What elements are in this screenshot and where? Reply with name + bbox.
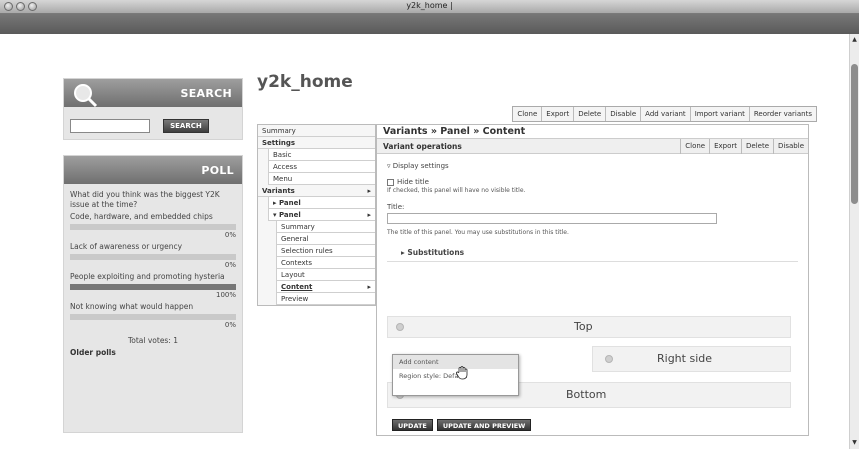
vtab-preview[interactable]: Preview [276, 293, 375, 305]
vtab-panel-summary[interactable]: Summary [276, 221, 375, 233]
vtab-panel-label: ▾ Panel [273, 211, 301, 219]
vtab-settings[interactable]: Settings [258, 137, 375, 149]
poll-block-header: POLL [64, 156, 242, 184]
hide-title-label: Hide title [397, 178, 429, 186]
variant-clone-button[interactable]: Clone [680, 139, 709, 154]
region-right-side-label: Right side [657, 352, 712, 365]
variant-operations-bar: Variant operations Clone Export Delete D… [377, 139, 808, 154]
title-help: The title of this panel. You may use sub… [387, 229, 569, 236]
variant-disable-button[interactable]: Disable [773, 139, 808, 154]
hide-title-row: Hide title [387, 178, 798, 186]
search-block-header: SEARCH [64, 79, 242, 108]
region-top-label: Top [574, 320, 593, 333]
magnifier-icon [74, 84, 98, 108]
clone-button[interactable]: Clone [513, 107, 541, 121]
window-title: y2k_home | [406, 1, 453, 10]
display-settings-form: ▿ Display settings Hide title If checked… [377, 154, 808, 266]
disable-button[interactable]: Disable [605, 107, 640, 121]
region-bottom-label: Bottom [566, 388, 607, 401]
variant-export-button[interactable]: Export [709, 139, 741, 154]
vtab-contexts[interactable]: Contexts [276, 257, 375, 269]
search-heading: SEARCH [180, 87, 232, 100]
poll-block: POLL What did you think was the biggest … [63, 155, 243, 433]
form-actions: UPDATE UPDATE AND PREVIEW [392, 419, 532, 431]
search-input[interactable] [70, 118, 150, 133]
title-input[interactable] [387, 213, 717, 224]
scroll-down-arrow-icon[interactable]: ▼ [851, 439, 858, 447]
browser-toolbar [0, 14, 859, 34]
search-block: SEARCH SEARCH [63, 78, 243, 140]
vtab-summary[interactable]: Summary [258, 125, 375, 137]
poll-choice-label: Not knowing what would happen [70, 302, 194, 311]
update-button[interactable]: UPDATE [392, 419, 433, 431]
poll-choice-label: Lack of awareness or urgency [70, 242, 183, 251]
poll-heading: POLL [201, 164, 234, 177]
reorder-variants-button[interactable]: Reorder variants [748, 107, 816, 121]
add-variant-button[interactable]: Add variant [640, 107, 690, 121]
vtab-general[interactable]: General [276, 233, 375, 245]
display-settings-toggle[interactable]: ▿ Display settings [387, 162, 798, 170]
vtab-variants-label: Variants [262, 187, 295, 195]
title-label: Title: [387, 203, 405, 211]
chevron-right-icon: ▸ [367, 283, 371, 291]
poll-result-percent: 0% [224, 231, 236, 239]
hide-title-checkbox[interactable] [387, 178, 394, 186]
scrollbar-thumb[interactable] [851, 64, 858, 204]
older-polls-link[interactable]: Older polls [70, 348, 236, 358]
search-form: SEARCH [70, 115, 209, 134]
region-top[interactable]: Top [387, 316, 791, 338]
poll-total-votes: Total votes: 1 [127, 336, 179, 345]
vtab-content[interactable]: Content ▸ [276, 281, 375, 293]
variant-delete-button[interactable]: Delete [741, 139, 773, 154]
hide-title-help: If checked, this panel will have no visi… [387, 187, 526, 194]
hand-cursor-icon [456, 366, 468, 380]
vtab-selection-rules[interactable]: Selection rules [276, 245, 375, 257]
window-titlebar: y2k_home | [0, 0, 859, 14]
poll-choice-label: People exploiting and promoting hysteria [70, 272, 225, 281]
variant-operations-label: Variant operations [383, 142, 462, 151]
export-button[interactable]: Export [541, 107, 573, 121]
region-right-side[interactable]: Right side [592, 346, 791, 372]
vtab-access[interactable]: Access [268, 161, 375, 173]
vtab-panel-expanded[interactable]: ▾ Panel ▸ [268, 209, 375, 221]
region-gear-icon[interactable] [605, 355, 613, 363]
vtab-basic[interactable]: Basic [268, 149, 375, 161]
breadcrumb: Variants » Panel » Content [377, 125, 808, 139]
panel-operations-bar: Clone Export Delete Disable Add variant … [512, 106, 817, 122]
substitutions-divider [387, 261, 798, 262]
substitutions-toggle[interactable]: ▸ Substitutions [401, 248, 798, 257]
update-and-preview-button[interactable]: UPDATE AND PREVIEW [436, 419, 532, 431]
page-title: y2k_home [257, 72, 353, 92]
import-variant-button[interactable]: Import variant [689, 107, 749, 121]
poll-result-percent: 0% [224, 321, 236, 329]
vtab-menu[interactable]: Menu [268, 173, 375, 185]
poll-choice-label: Code, hardware, and embedded chips [70, 212, 213, 221]
chevron-right-icon: ▸ [367, 187, 371, 195]
search-button[interactable]: SEARCH [163, 118, 209, 133]
vtab-content-label: Content [281, 283, 313, 291]
poll-result-percent: 0% [224, 261, 236, 269]
vertical-tabs: Summary Settings Basic Access Menu Varia… [257, 124, 376, 306]
chevron-right-icon: ▸ [367, 211, 371, 219]
poll-question: What did you think was the biggest Y2K i… [70, 190, 220, 209]
vertical-scrollbar[interactable]: ▲ ▼ [849, 34, 859, 449]
scroll-up-arrow-icon[interactable]: ▲ [851, 36, 858, 44]
vtab-panel-collapsed[interactable]: ▸ Panel [268, 197, 375, 209]
poll-body: What did you think was the biggest Y2K i… [64, 184, 242, 364]
vtab-variants[interactable]: Variants ▸ [258, 185, 375, 197]
variant-operations-buttons: Clone Export Delete Disable [680, 139, 808, 154]
poll-result-percent: 100% [215, 291, 236, 299]
vtab-layout[interactable]: Layout [276, 269, 375, 281]
region-gear-icon[interactable] [396, 323, 404, 331]
delete-button[interactable]: Delete [573, 107, 605, 121]
